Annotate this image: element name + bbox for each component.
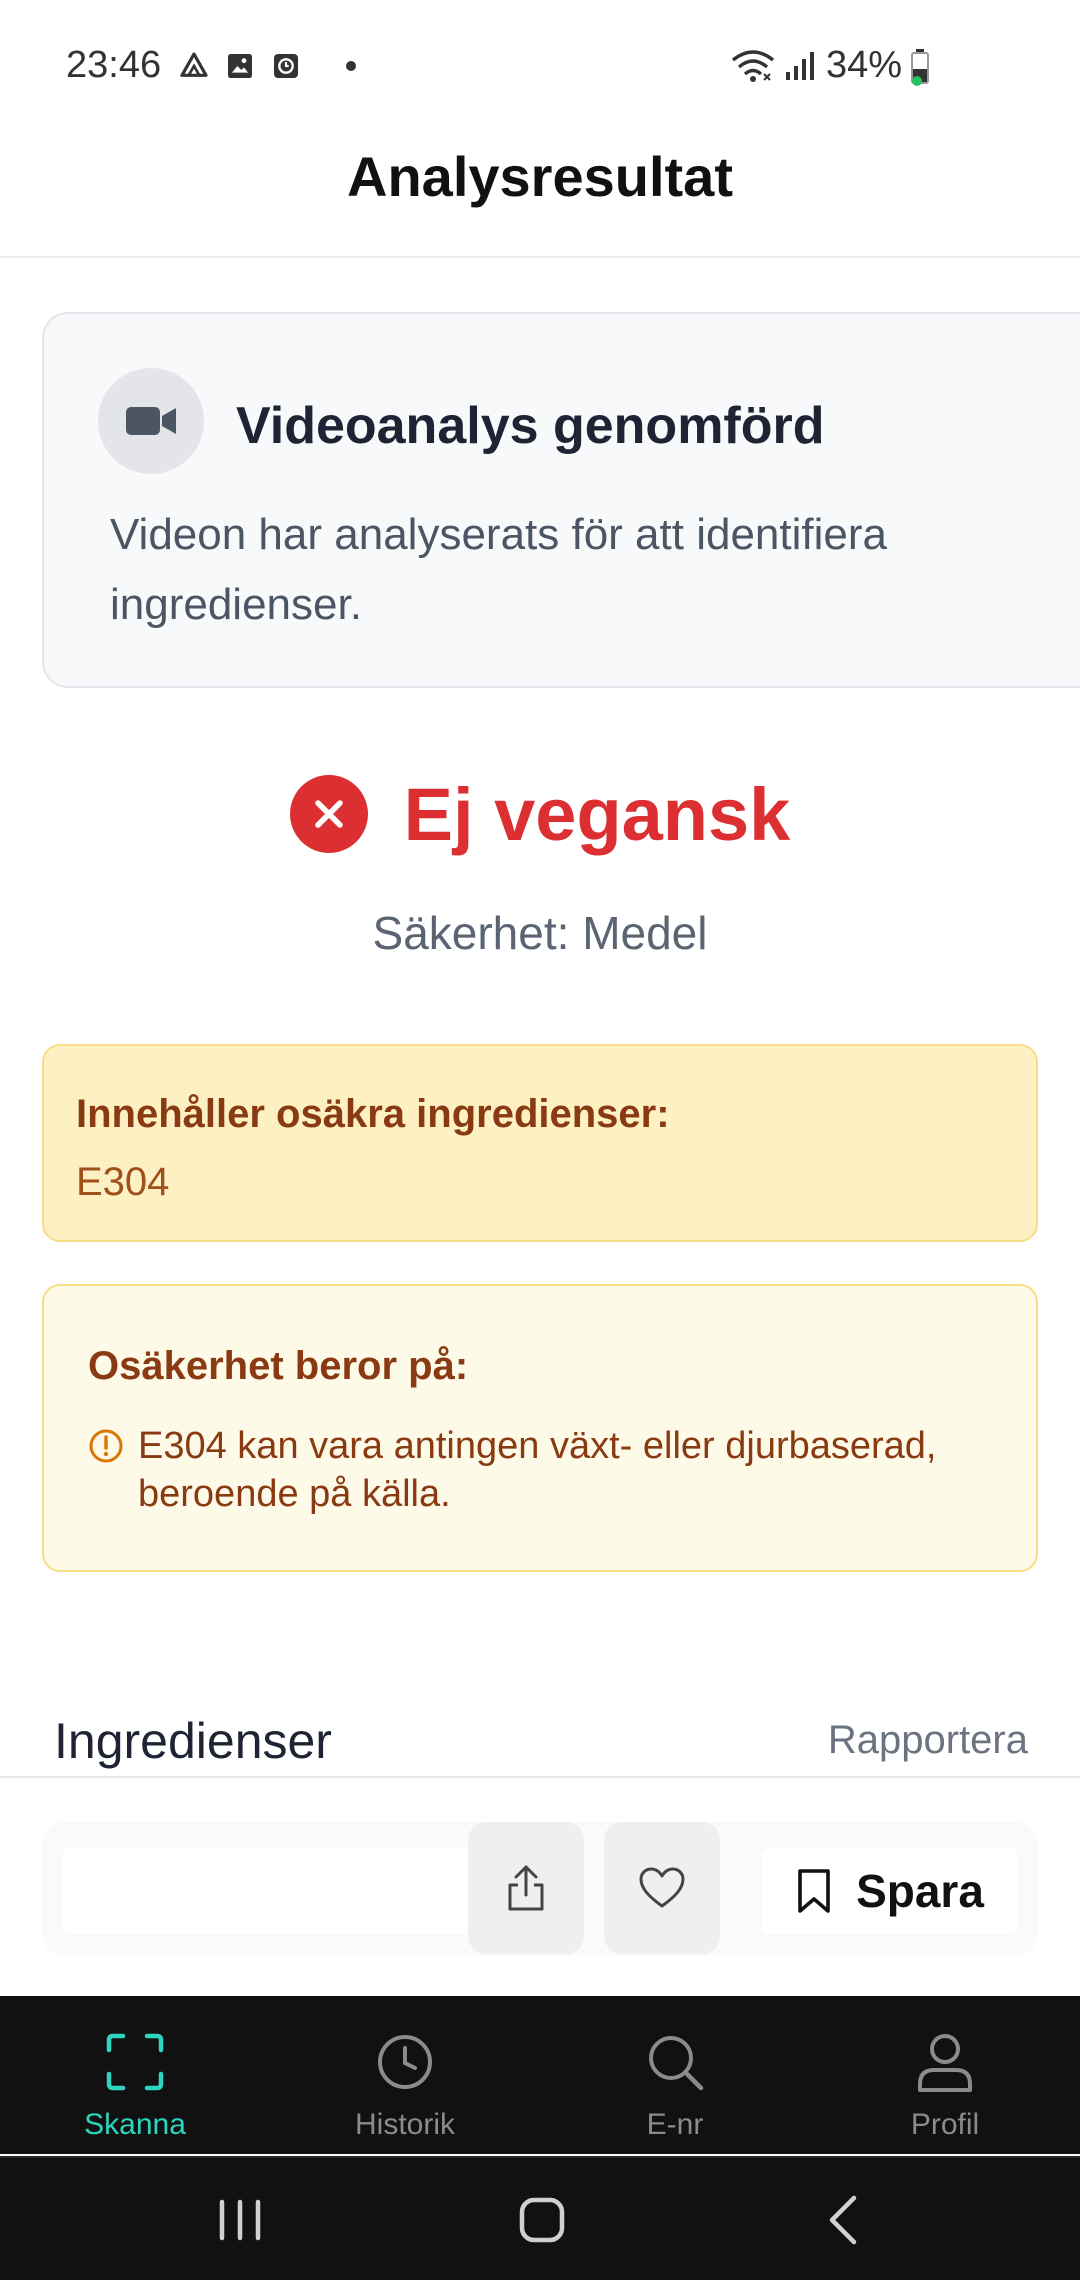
share-button[interactable] [468, 1822, 584, 1954]
uncertainty-reason-text: E304 kan vara antingen växt- eller djurb… [138, 1425, 937, 1515]
app-header: Analysresultat [0, 130, 1080, 258]
privacy-indicator-dot [912, 76, 922, 86]
scan-icon [106, 2033, 164, 2091]
nav-item-skanna[interactable]: Skanna [0, 1996, 270, 2154]
nav-label-skanna: Skanna [84, 2108, 186, 2141]
home-icon[interactable] [510, 2188, 574, 2252]
nav-label-historik: Historik [354, 2108, 455, 2141]
status-bar: 23:46 34% [0, 0, 1080, 130]
save-button[interactable]: Spara [762, 1848, 1018, 1934]
drive-icon [180, 52, 208, 77]
bottom-navigation: Skanna Historik E-nr Profil [0, 1996, 1080, 2154]
uncertainty-reason-box: Osäkerhet beror på: E304 kan vara anting… [42, 1284, 1038, 1572]
recent-apps-icon[interactable] [208, 2188, 272, 2252]
verdict-row: Ej vegansk [0, 764, 1080, 864]
battery-percentage: 34% [825, 44, 902, 86]
bookmark-icon [798, 1869, 830, 1913]
unsafe-ingredients-title: Innehåller osäkra ingredienser: [76, 1092, 670, 1136]
nav-item-historik[interactable]: Historik [270, 1996, 540, 2154]
clock-app-icon [274, 54, 298, 78]
video-icon-circle [98, 368, 204, 474]
history-icon [378, 2035, 432, 2089]
section-divider [0, 1776, 1080, 1778]
signal-icon [785, 51, 814, 80]
page-title: Analysresultat [347, 145, 733, 208]
image-icon [228, 54, 252, 78]
nav-label-e-nr: E-nr [646, 2108, 704, 2141]
nav-item-e-nr[interactable]: E-nr [540, 1996, 810, 2154]
close-circle-icon [289, 775, 368, 853]
heart-icon [639, 1867, 685, 1908]
verdict-text: Ej vegansk [403, 772, 791, 856]
share-icon [508, 1865, 544, 1911]
alert-circle-icon [89, 1429, 123, 1463]
action-bar: Spara [42, 1822, 1038, 1956]
back-icon[interactable] [814, 2188, 878, 2252]
action-bar-placeholder [62, 1848, 502, 1934]
status-time: 23:46 [66, 44, 162, 86]
save-button-label: Spara [856, 1865, 984, 1917]
uncertainty-reason-title: Osäkerhet beror på: [88, 1344, 469, 1388]
nav-label-profil: Profil [910, 2108, 980, 2141]
unsafe-ingredients-value: E304 [76, 1160, 170, 1204]
video-analysis-card: Videoanalys genomförd Videon har analyse… [42, 312, 1080, 688]
status-notification-icons [178, 50, 356, 82]
ingredients-heading: Ingredienser [54, 1713, 332, 1769]
video-camera-icon [126, 407, 176, 435]
system-navigation-bar [0, 2156, 1080, 2280]
wifi-icon [731, 49, 774, 82]
confidence-level: Säkerhet: Medel [372, 907, 708, 959]
search-icon [649, 2036, 704, 2091]
video-card-description: Videon har analyserats för att identifie… [110, 510, 887, 629]
report-link[interactable]: Rapportera [828, 1718, 1028, 1763]
video-card-title: Videoanalys genomförd [236, 397, 825, 455]
uncertainty-reason-item: E304 kan vara antingen växt- eller djurb… [88, 1422, 1008, 1518]
status-system-icons: 34% [730, 44, 930, 87]
unsafe-ingredients-box: Innehåller osäkra ingredienser: E304 [42, 1044, 1038, 1242]
more-notifications-dot [346, 61, 356, 71]
profile-icon [918, 2034, 972, 2092]
nav-item-profil[interactable]: Profil [810, 1996, 1080, 2154]
favorite-button[interactable] [604, 1822, 720, 1954]
